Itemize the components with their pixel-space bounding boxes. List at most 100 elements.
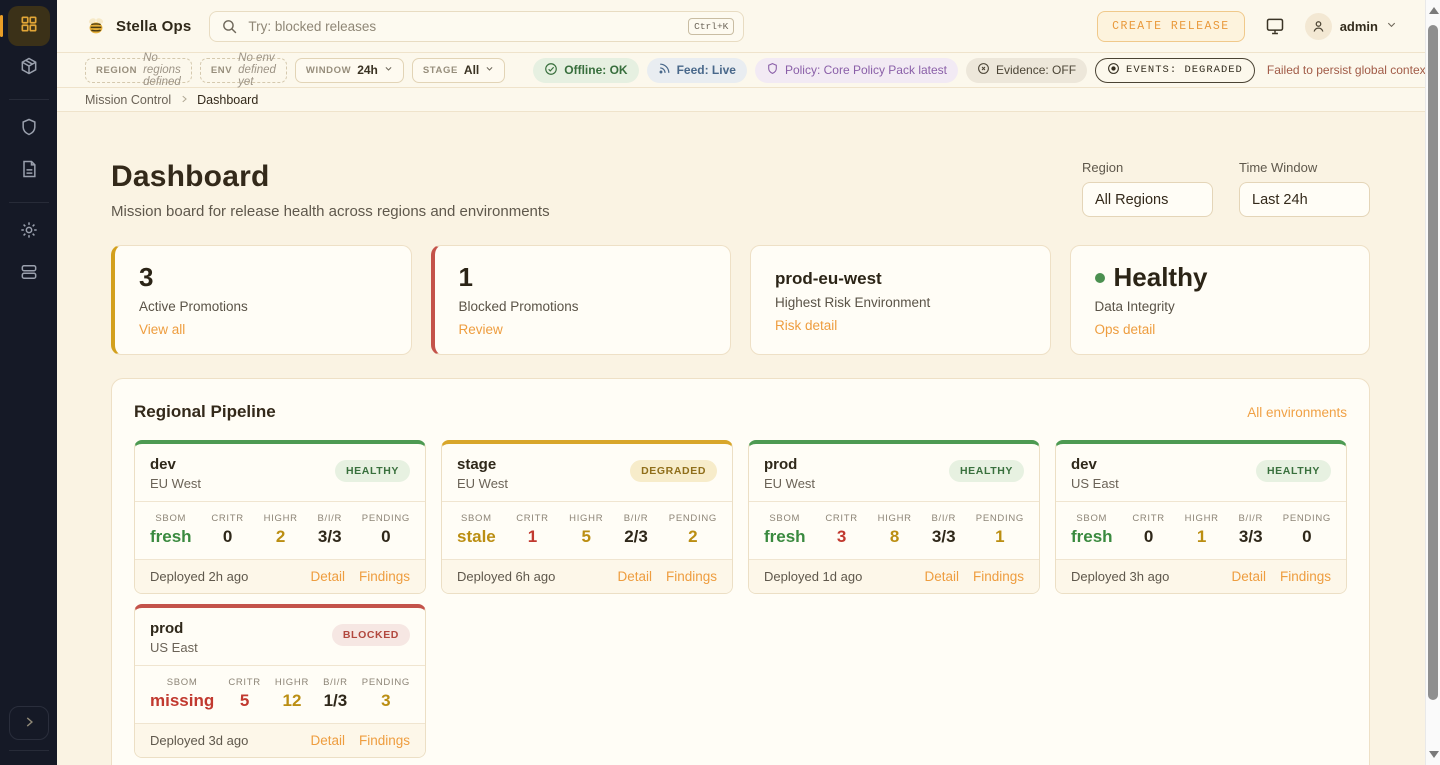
events-status-pill[interactable]: EVENTS: DEGRADED bbox=[1095, 58, 1255, 83]
pipeline-title: Regional Pipeline bbox=[134, 402, 276, 422]
sidebar-item-security[interactable] bbox=[8, 109, 50, 149]
critr-label: CRITR bbox=[825, 513, 858, 524]
document-icon bbox=[19, 159, 39, 184]
bir-label: B/I/R bbox=[317, 513, 342, 524]
pending-value: 2 bbox=[669, 527, 717, 547]
findings-link[interactable]: Findings bbox=[359, 569, 410, 584]
search-icon bbox=[221, 18, 238, 40]
highr-label: HIGHR bbox=[878, 513, 912, 524]
view-all-link[interactable]: View all bbox=[139, 322, 185, 337]
window-chip[interactable]: WINDOW 24h bbox=[295, 58, 404, 83]
app-name: Stella Ops bbox=[116, 18, 191, 35]
sidebar-item-dashboard[interactable] bbox=[8, 6, 50, 46]
env-chip[interactable]: ENV No env defined yet bbox=[200, 58, 287, 83]
region-select[interactable]: All Regions bbox=[1082, 182, 1213, 217]
deployed-text: Deployed 3d ago bbox=[150, 733, 248, 748]
highr-value: 1 bbox=[1185, 527, 1219, 547]
status-badge: BLOCKED bbox=[332, 624, 410, 646]
stage-chip-label: STAGE bbox=[423, 65, 458, 76]
app-logo: Stella Ops bbox=[85, 15, 191, 37]
detail-link[interactable]: Detail bbox=[924, 569, 959, 584]
breadcrumb-current: Dashboard bbox=[197, 93, 258, 107]
highr-value: 5 bbox=[569, 527, 603, 547]
search-shortcut-badge: Ctrl+K bbox=[688, 18, 734, 35]
breadcrumb-parent[interactable]: Mission Control bbox=[85, 93, 171, 107]
context-bar: REGION No regions defined ENV No env def… bbox=[57, 53, 1425, 88]
detail-link[interactable]: Detail bbox=[1231, 569, 1266, 584]
env-region: EU West bbox=[150, 476, 201, 491]
stage-chip[interactable]: STAGE All bbox=[412, 58, 505, 83]
pending-label: PENDING bbox=[1283, 513, 1331, 524]
detail-link[interactable]: Detail bbox=[310, 733, 345, 748]
risk-detail-link[interactable]: Risk detail bbox=[775, 318, 837, 333]
env-chip-label: ENV bbox=[211, 65, 232, 76]
pending-label: PENDING bbox=[362, 513, 410, 524]
bir-label: B/I/R bbox=[931, 513, 956, 524]
env-name: stage bbox=[457, 456, 508, 473]
offline-status-pill[interactable]: Offline: OK bbox=[533, 58, 638, 83]
search-input[interactable] bbox=[209, 11, 744, 42]
env-chip-value: No env defined yet bbox=[238, 52, 276, 88]
context-error-message: Failed to persist global context prefere… bbox=[1267, 63, 1440, 77]
bir-value: 3/3 bbox=[931, 527, 956, 547]
detail-link[interactable]: Detail bbox=[310, 569, 345, 584]
bir-value: 3/3 bbox=[1238, 527, 1263, 547]
scrollbar-up-arrow[interactable] bbox=[1429, 7, 1439, 14]
pending-value: 3 bbox=[362, 691, 410, 711]
bir-value: 2/3 bbox=[624, 527, 649, 547]
detail-link[interactable]: Detail bbox=[617, 569, 652, 584]
chevron-down-icon bbox=[485, 64, 494, 76]
region-chip-value: No regions defined bbox=[143, 52, 181, 88]
pending-label: PENDING bbox=[362, 677, 410, 688]
feed-status-label: Feed: Live bbox=[677, 63, 736, 77]
feed-status-pill[interactable]: Feed: Live bbox=[647, 58, 747, 83]
findings-link[interactable]: Findings bbox=[973, 569, 1024, 584]
pipeline-card-dev-us-east: dev US East HEALTHY SBOMfresh CRITR0 HIG… bbox=[1055, 440, 1347, 594]
findings-link[interactable]: Findings bbox=[666, 569, 717, 584]
chevron-down-icon bbox=[1386, 17, 1397, 35]
user-name: admin bbox=[1340, 19, 1378, 34]
time-window-select[interactable]: Last 24h bbox=[1239, 182, 1370, 217]
sidebar-divider bbox=[9, 750, 49, 751]
all-environments-link[interactable]: All environments bbox=[1247, 405, 1347, 420]
blocked-promotions-value: 1 bbox=[459, 263, 707, 293]
review-link[interactable]: Review bbox=[459, 322, 503, 337]
ops-detail-link[interactable]: Ops detail bbox=[1095, 322, 1156, 337]
sidebar-expand-button[interactable] bbox=[9, 706, 49, 740]
page-title: Dashboard bbox=[111, 160, 550, 194]
scrollbar[interactable] bbox=[1425, 0, 1440, 765]
evidence-pill[interactable]: Evidence: OFF bbox=[966, 58, 1087, 83]
data-integrity-card: Healthy Data Integrity Ops detail bbox=[1070, 245, 1371, 355]
sidebar bbox=[0, 0, 57, 765]
scrollbar-thumb[interactable] bbox=[1428, 25, 1438, 700]
sidebar-item-infrastructure[interactable] bbox=[8, 254, 50, 294]
active-promotions-value: 3 bbox=[139, 263, 387, 293]
deployed-text: Deployed 3h ago bbox=[1071, 569, 1169, 584]
policy-pill[interactable]: Policy: Core Policy Pack latest bbox=[755, 58, 958, 83]
main-area: Stella Ops Ctrl+K CREATE RELEASE admin R… bbox=[57, 0, 1425, 765]
findings-link[interactable]: Findings bbox=[359, 733, 410, 748]
sbom-label: SBOM bbox=[150, 513, 192, 524]
user-menu[interactable]: admin bbox=[1305, 13, 1397, 40]
findings-link[interactable]: Findings bbox=[1280, 569, 1331, 584]
region-chip[interactable]: REGION No regions defined bbox=[85, 58, 192, 83]
env-region: EU West bbox=[457, 476, 508, 491]
highr-label: HIGHR bbox=[275, 677, 309, 688]
sidebar-item-releases[interactable] bbox=[8, 48, 50, 88]
bir-value: 3/3 bbox=[317, 527, 342, 547]
sbom-label: SBOM bbox=[764, 513, 806, 524]
scrollbar-down-arrow[interactable] bbox=[1429, 751, 1439, 758]
healthy-dot-icon bbox=[1095, 273, 1105, 283]
rss-icon bbox=[658, 62, 671, 78]
check-circle-icon bbox=[544, 62, 558, 79]
monitor-icon[interactable] bbox=[1265, 16, 1285, 36]
create-release-button[interactable]: CREATE RELEASE bbox=[1097, 11, 1245, 42]
data-integrity-value: Healthy bbox=[1095, 263, 1346, 293]
region-select-value: All Regions bbox=[1095, 192, 1168, 208]
active-promotions-label: Active Promotions bbox=[139, 299, 387, 314]
chevron-down-icon bbox=[384, 64, 393, 76]
bir-value: 1/3 bbox=[323, 691, 348, 711]
sidebar-item-settings[interactable] bbox=[8, 212, 50, 252]
critr-value: 1 bbox=[516, 527, 549, 547]
sidebar-item-documents[interactable] bbox=[8, 151, 50, 191]
